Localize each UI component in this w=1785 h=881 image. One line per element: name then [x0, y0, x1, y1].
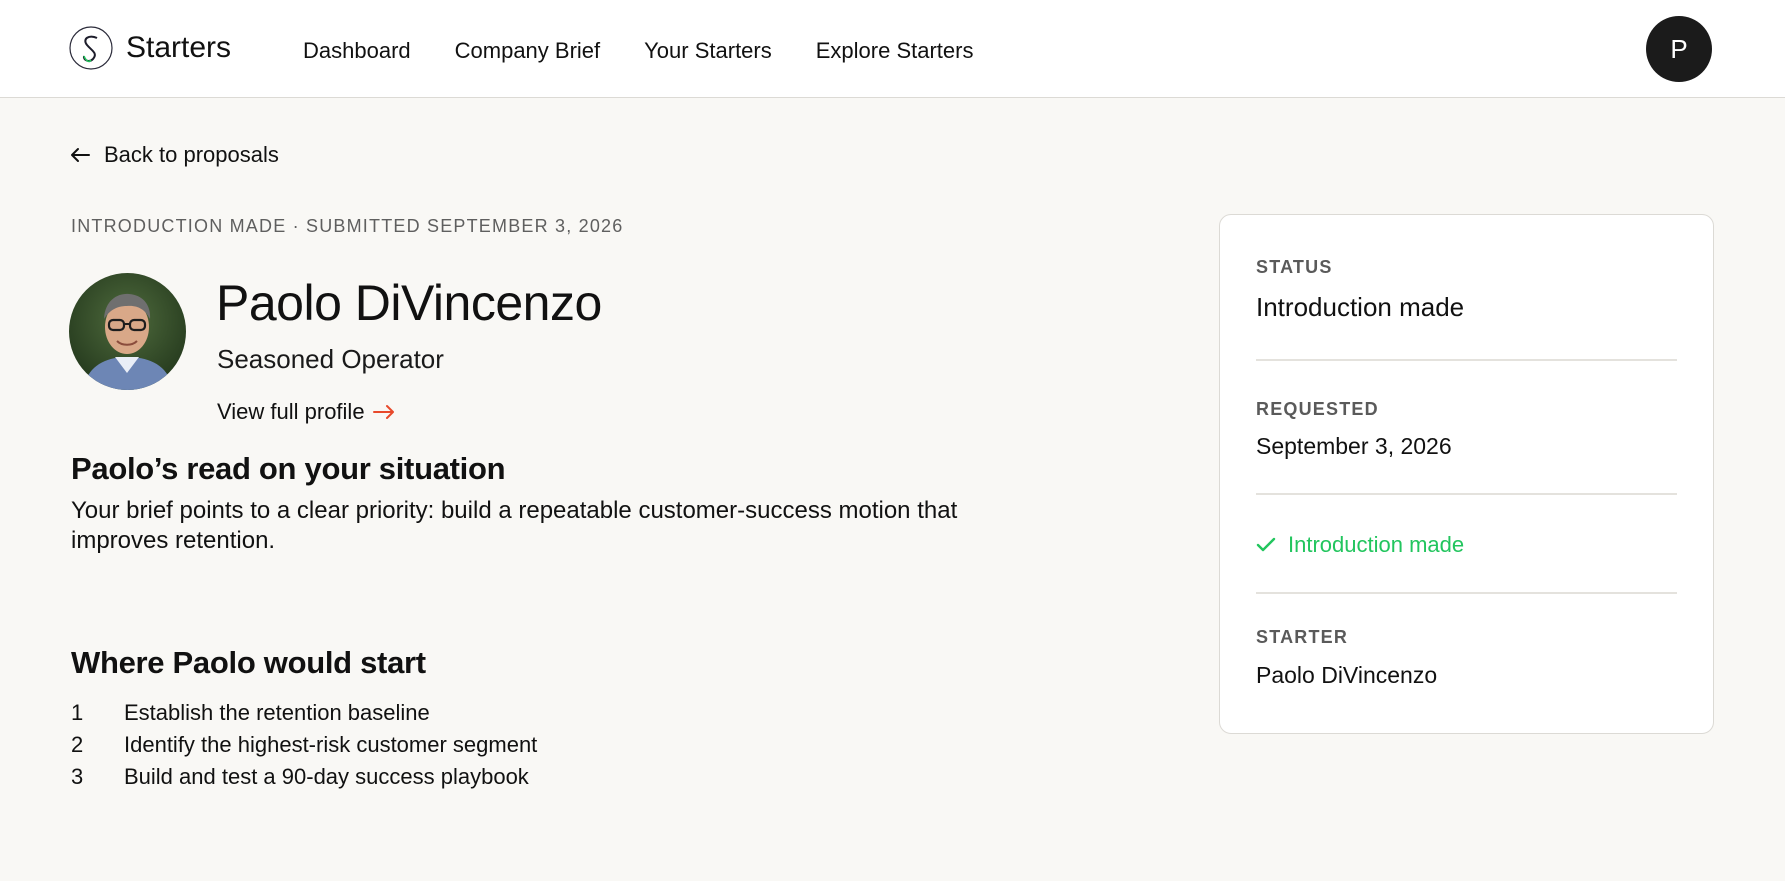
status-value: Introduction made: [1256, 292, 1465, 322]
starter-role: Seasoned Operator: [217, 344, 444, 374]
requested-label: REQUESTED: [1256, 399, 1379, 419]
list-item: 3 Build and test a 90-day success playbo…: [71, 761, 537, 793]
view-full-profile-link[interactable]: View full profile: [217, 399, 395, 425]
proposal-status-card: STATUS Introduction made REQUESTED Septe…: [1219, 214, 1714, 734]
person-portrait-icon: [69, 273, 186, 390]
read-section-title: Paolo’s read on your situation: [71, 451, 506, 486]
start-steps-list: 1 Establish the retention baseline 2 Ide…: [71, 697, 537, 793]
view-profile-label: View full profile: [217, 399, 365, 424]
introduction-made-badge: Introduction made: [1256, 532, 1464, 558]
nav-your-starters[interactable]: Your Starters: [644, 38, 772, 64]
proposal-meta: INTRODUCTION MADE · SUBMITTED SEPTEMBER …: [71, 216, 624, 236]
starter-label: STARTER: [1256, 627, 1349, 647]
read-section-body: Your brief points to a clear priority: b…: [71, 497, 958, 554]
nav-company-brief[interactable]: Company Brief: [455, 38, 601, 64]
top-nav-bar: Starters Dashboard Company Brief Your St…: [0, 0, 1785, 98]
step-number: 2: [71, 732, 84, 757]
list-item: 2 Identify the highest-risk customer seg…: [71, 729, 537, 761]
starter-avatar-photo: [69, 273, 186, 390]
divider: [1256, 592, 1677, 594]
step-text: Establish the retention baseline: [124, 700, 430, 725]
brand-name[interactable]: Starters: [126, 31, 231, 65]
step-number: 1: [71, 700, 84, 725]
user-avatar-button[interactable]: P: [1646, 16, 1712, 82]
step-text: Identify the highest-risk customer segme…: [124, 732, 538, 757]
starter-name: Paolo DiVincenzo: [216, 275, 602, 331]
divider: [1256, 493, 1677, 495]
step-text: Build and test a 90-day success playbook: [124, 764, 529, 789]
nav-dashboard[interactable]: Dashboard: [303, 38, 411, 64]
nav-explore-starters[interactable]: Explore Starters: [816, 38, 974, 64]
main-nav: Dashboard Company Brief Your Starters Ex…: [303, 38, 1017, 64]
step-number: 3: [71, 764, 84, 789]
divider: [1256, 359, 1677, 361]
arrow-right-icon: [372, 405, 394, 419]
badge-label: Introduction made: [1288, 532, 1465, 557]
back-link-label: Back to proposals: [104, 142, 279, 167]
list-item: 1 Establish the retention baseline: [71, 697, 537, 729]
back-to-proposals-link[interactable]: Back to proposals: [70, 142, 279, 168]
start-section-title: Where Paolo would start: [71, 645, 426, 680]
starter-value: Paolo DiVincenzo: [1256, 662, 1438, 688]
starters-logo-icon[interactable]: [69, 26, 113, 70]
status-label: STATUS: [1256, 257, 1333, 277]
requested-value: September 3, 2026: [1256, 433, 1452, 459]
check-icon: [1256, 537, 1276, 552]
arrow-left-icon: [71, 148, 90, 162]
